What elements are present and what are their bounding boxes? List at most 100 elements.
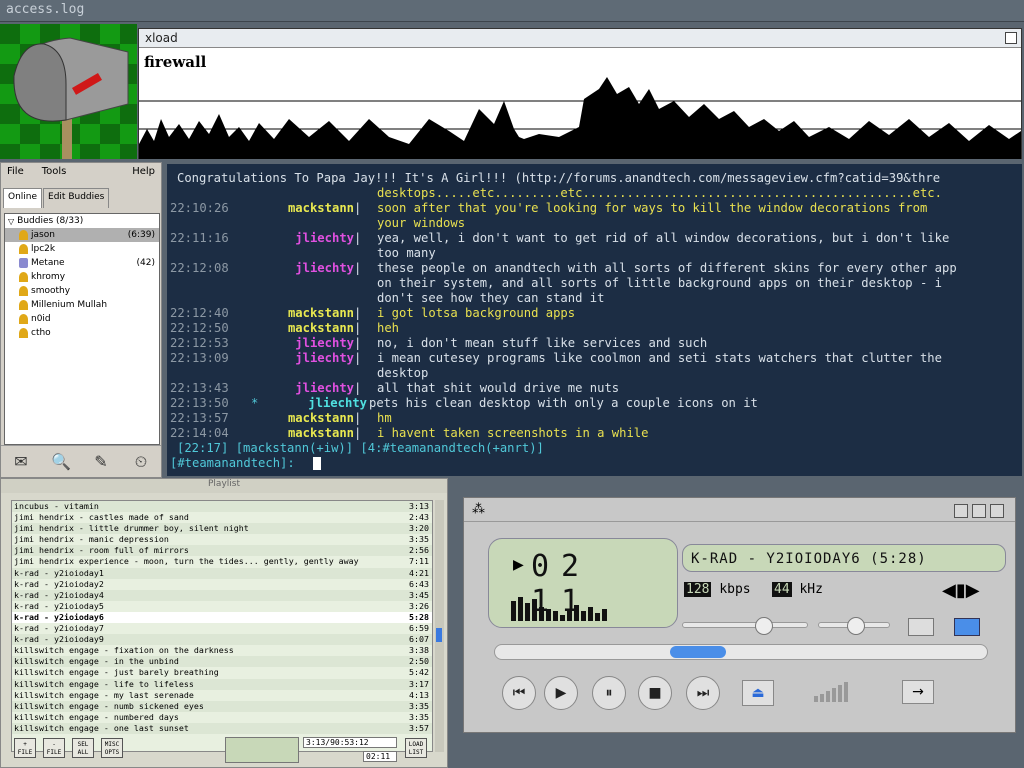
close-icon[interactable] [990,504,1004,518]
message-nick[interactable]: mackstann [227,411,354,425]
message-nick[interactable]: jliechty [227,231,354,245]
track-title: killswitch engage - in the unbind [14,656,179,667]
nick-separator: | [354,426,362,440]
next-button[interactable]: ⏭ [686,676,720,710]
next-icon: ⏭ [696,685,710,701]
buddy-item[interactable]: ctho [5,326,159,340]
message-text: yea, well, i don't want to get rid of al… [377,231,950,245]
playlist-item[interactable]: killswitch engage - one last sunset 3:57 [12,722,432,734]
message-nick[interactable]: mackstann [227,306,354,320]
playlist-scrollbar[interactable] [435,500,444,752]
playlist-item[interactable]: killswitch engage - my last serenade 4:13 [12,690,432,701]
remove-file-button[interactable]: - FILE [43,738,65,758]
message-nick[interactable]: jliechty [227,381,354,395]
message-text: desktop [377,366,429,380]
menu-file[interactable]: File [7,166,24,180]
playlist-item[interactable]: k-rad - y2ioioday2 6:43 [12,579,432,590]
buddy-status-icon [19,300,28,310]
message-text: on their system, and all sorts of little… [377,276,942,290]
shade-icon[interactable] [972,504,986,518]
playlist-item[interactable]: incubus - vitamin 3:13 [12,501,432,513]
maximize-icon[interactable] [1005,32,1017,44]
pause-button[interactable]: ⏸ [592,676,626,710]
input-line[interactable]: [#teamanandtech]: [167,456,1022,471]
chat-icon[interactable]: ✎ [90,451,112,473]
playlist-item[interactable]: k-rad - y2ioioday1 4:21 [12,567,432,579]
playlist-item[interactable]: k-rad - y2ioioday7 6:59 [12,623,432,634]
volume-slider[interactable] [682,617,808,635]
playlist-item[interactable]: jimi hendrix experience - moon, turn the… [12,556,432,567]
playlist-item[interactable]: jimi hendrix - room full of mirrors 2:56 [12,545,432,557]
playlist-item[interactable]: k-rad - y2ioioday5 3:26 [12,601,432,612]
eject-button[interactable]: ⏏ [742,680,774,706]
buddy-group-label: Buddies (8/33) [17,216,84,226]
message-timestamp: 22:11:16 [170,231,229,245]
mailbox-applet[interactable] [0,24,137,159]
buddy-item[interactable]: Metane (42) [5,256,159,270]
balance-knob[interactable] [847,617,865,635]
playlist-item[interactable]: k-rad - y2ioioday6 5:28 [12,611,432,624]
pause-icon: ⏸ [605,685,613,701]
select-all-button[interactable]: SEL ALL [72,738,94,758]
message-nick[interactable]: jliechty [227,336,354,350]
message-nick[interactable]: jliechty [227,351,354,365]
message-nick[interactable]: mackstann [227,321,354,335]
playlist-item[interactable]: killswitch engage - numbered days 3:35 [12,712,432,723]
buddy-item[interactable]: Millenium Mullah [5,298,159,312]
menu-help[interactable]: Help [132,166,155,180]
track-length: 3:38 [409,645,429,656]
tab-edit-buddies[interactable]: Edit Buddies [43,188,110,208]
playlist-list[interactable]: incubus - vitamin 3:13 jimi hendrix - cast… [11,500,433,752]
playlist-item[interactable]: jimi hendrix - manic depression 3:35 [12,534,432,545]
menu-tools[interactable]: Tools [42,166,67,180]
track-length: 2:56 [409,545,429,556]
scrollbar-thumb[interactable] [436,628,442,642]
stop-button[interactable]: ■ [638,676,672,710]
message-nick[interactable]: jliechty [227,396,367,410]
get-info-icon[interactable]: 🔍 [50,451,72,473]
play-icon: ▶ [555,685,567,701]
playlist-item[interactable]: killswitch engage - fixation on the dark… [12,645,432,656]
seek-thumb[interactable] [670,646,726,658]
equalizer-button[interactable] [908,618,934,636]
playlist-item[interactable]: jimi hendrix - castles made of sand 2:43 [12,512,432,523]
repeat-button[interactable]: → [902,680,934,704]
minimize-icon[interactable] [954,504,968,518]
buddy-group[interactable]: ▽ Buddies (8/33) [5,214,159,228]
buddy-status-icon [19,328,28,338]
playlist-button[interactable] [954,618,980,636]
track-length: 3:26 [409,600,429,611]
buddy-item[interactable]: lpc2k [5,242,159,256]
send-message-icon[interactable]: ✉ [10,451,32,473]
volume-knob[interactable] [755,617,773,635]
buddy-item[interactable]: khromy [5,270,159,284]
playlist-item[interactable]: killswitch engage - numb sickened eyes 3:… [12,700,432,712]
buddy-item[interactable]: n0id [5,312,159,326]
playlist-item[interactable]: jimi hendrix - little drummer boy, silen… [12,523,432,535]
buddy-item[interactable]: jason (6:39) [5,228,159,242]
buddy-item[interactable]: smoothy [5,284,159,298]
play-button[interactable]: ▶ [544,676,578,710]
seek-bar[interactable] [494,644,988,660]
message-nick[interactable]: jliechty [227,261,354,275]
buddy-name: ctho [31,328,51,338]
expand-icon[interactable]: ▽ [8,217,14,226]
load-list-button[interactable]: LOAD LIST [405,738,427,758]
playlist-item[interactable]: killswitch engage - just barely breathin… [12,667,432,678]
playlist-item[interactable]: k-rad - y2ioioday9 6:07 [12,634,432,646]
spectrum-analyzer [511,597,607,621]
playlist-item[interactable]: k-rad - y2ioioday4 3:45 [12,589,432,601]
away-icon[interactable]: ⏲ [130,451,152,473]
message-text: i havent taken screenshots in a while [377,426,649,440]
irc-chat-window: Congratulations To Papa Jay!!! It's A Gi… [167,164,1022,476]
playlist-item[interactable]: killswitch engage - in the unbind 2:50 [12,656,432,668]
balance-slider[interactable] [818,617,890,635]
tab-online[interactable]: Online [3,188,43,208]
previous-button[interactable]: ⏮ [502,676,536,710]
misc-options-button[interactable]: MISC OPTS [101,738,123,758]
message-nick[interactable]: mackstann [227,426,354,440]
message-nick[interactable]: mackstann [227,201,354,215]
xmms-logo-icon[interactable]: ⁂ [472,502,485,517]
add-file-button[interactable]: + FILE [14,738,36,758]
playlist-item[interactable]: killswitch engage - life to lifeless 3:17 [12,678,432,690]
